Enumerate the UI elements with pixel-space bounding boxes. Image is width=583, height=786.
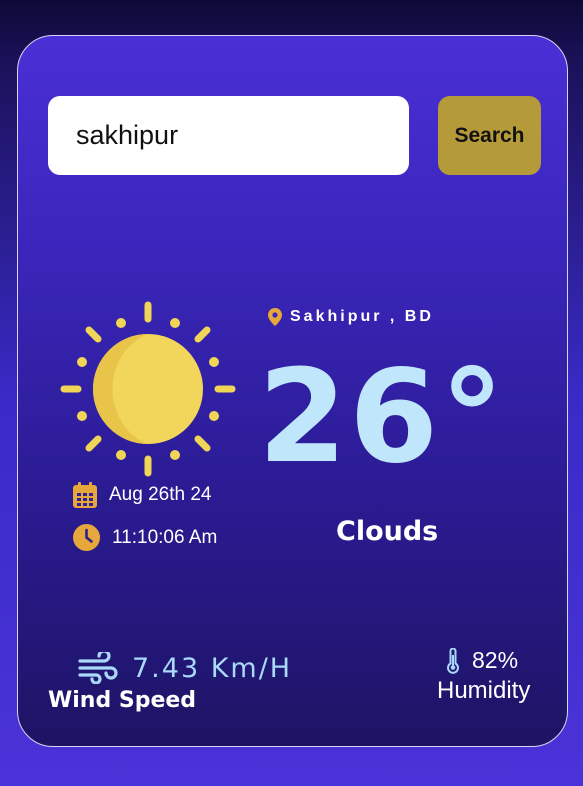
temperature: 26° [258,343,507,492]
map-pin-icon [268,308,282,326]
search-input[interactable] [48,96,409,175]
thermometer-icon [447,647,459,674]
page: { "search": { "value": "sakhipur", "butt… [0,0,583,786]
humidity-value: 82% [472,647,519,673]
calendar-icon [73,482,97,508]
time-row: 11:10:06 Am [73,524,217,551]
wind-speed-label: Wind Speed [48,688,197,713]
search-button[interactable]: Search [438,96,541,175]
date-text: Aug 26th 24 [109,484,212,505]
humidity-label: Humidity [437,677,531,704]
weather-condition: Clouds [336,516,439,547]
weather-card: Search Sakhipur , B [17,35,568,747]
humidity-row: 82% [446,647,518,674]
wind-speed-value: 7.43 Km/H [132,652,293,684]
date-row: Aug 26th 24 [73,482,211,508]
clock-icon [73,524,100,551]
time-text: 11:10:06 Am [112,526,218,548]
sun-icon [60,301,236,477]
location: Sakhipur , BD [268,308,434,326]
wind-icon [78,652,118,684]
wind-row: 7.43 Km/H [78,652,292,684]
location-text: Sakhipur , BD [290,308,434,325]
